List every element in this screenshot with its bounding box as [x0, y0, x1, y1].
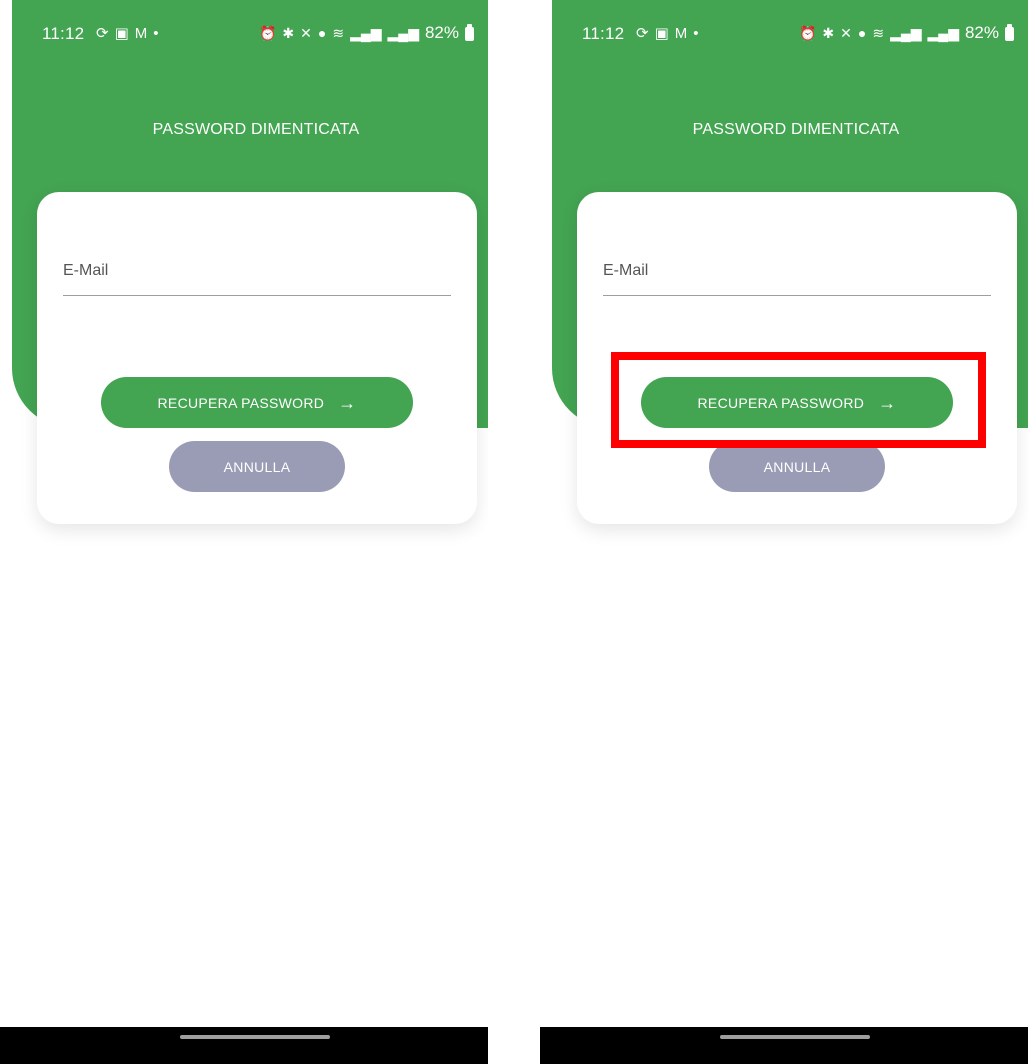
wifi-icon: ≋: [872, 24, 885, 41]
gallery-icon: ▣: [654, 25, 669, 42]
screenshot-canvas: 11:12 ⟳ ▣ M • ⏰ ✱ ✕ ● ≋ ▂▄▆ ▂▄▆ 82% PASS…: [0, 0, 1028, 1064]
status-left-icons: ⟳ ▣ M •: [636, 24, 699, 44]
phone-screen-left: 11:12 ⟳ ▣ M • ⏰ ✱ ✕ ● ≋ ▂▄▆ ▂▄▆ 82% PASS…: [0, 0, 488, 1064]
gallery-icon: ▣: [114, 25, 129, 42]
recover-password-label: RECUPERA PASSWORD: [157, 394, 325, 411]
highlight-annotation-box: [611, 352, 986, 448]
bluetooth-icon: ✱: [822, 24, 835, 41]
location-icon: ●: [857, 25, 867, 41]
battery-icon: [465, 24, 474, 41]
gmail-icon: M: [134, 25, 148, 42]
location-icon: ●: [317, 25, 327, 41]
battery-icon: [1005, 24, 1014, 41]
signal-icon: ▂▄▆: [387, 24, 419, 41]
email-label: E-Mail: [603, 262, 649, 279]
status-bar: 11:12 ⟳ ▣ M • ⏰ ✱ ✕ ● ≋ ▂▄▆ ▂▄▆ 82%: [540, 0, 1028, 60]
form-card: E-Mail RECUPERA PASSWORD → ANNULLA: [37, 192, 477, 524]
mute-icon: ✕: [840, 24, 852, 41]
sync-icon: ⟳: [96, 25, 109, 42]
page-title: PASSWORD DIMENTICATA: [152, 121, 360, 138]
status-right-icons: ⏰ ✱ ✕ ● ≋ ▂▄▆ ▂▄▆ 82%: [799, 23, 1014, 43]
mute-icon: ✕: [300, 24, 312, 41]
signal-icon: ▂▄▆: [350, 24, 382, 41]
phone-screen-right: 11:12 ⟳ ▣ M • ⏰ ✱ ✕ ● ≋ ▂▄▆ ▂▄▆ 82% PASS…: [540, 0, 1028, 1064]
gmail-icon: M: [674, 25, 688, 42]
alarm-icon: ⏰: [798, 24, 817, 41]
email-label: E-Mail: [63, 262, 109, 279]
battery-level: 82%: [424, 23, 459, 42]
arrow-right-icon: →: [338, 392, 357, 413]
signal-icon: ▂▄▆: [927, 24, 959, 41]
home-indicator[interactable]: [180, 1035, 330, 1039]
page-title: PASSWORD DIMENTICATA: [692, 121, 900, 138]
sync-icon: ⟳: [636, 25, 649, 42]
status-right-icons: ⏰ ✱ ✕ ● ≋ ▂▄▆ ▂▄▆ 82%: [259, 23, 474, 43]
email-field[interactable]: E-Mail: [603, 260, 991, 296]
status-bar: 11:12 ⟳ ▣ M • ⏰ ✱ ✕ ● ≋ ▂▄▆ ▂▄▆ 82%: [0, 0, 488, 60]
wifi-icon: ≋: [332, 24, 345, 41]
email-field[interactable]: E-Mail: [63, 260, 451, 296]
cancel-button[interactable]: ANNULLA: [169, 441, 345, 492]
dot-icon: •: [153, 25, 159, 42]
bluetooth-icon: ✱: [282, 24, 295, 41]
signal-icon: ▂▄▆: [890, 24, 922, 41]
recover-password-button[interactable]: RECUPERA PASSWORD →: [101, 377, 413, 428]
cancel-label: ANNULLA: [763, 458, 831, 475]
cancel-label: ANNULLA: [223, 458, 291, 475]
battery-level: 82%: [964, 23, 999, 42]
status-time: 11:12: [582, 24, 625, 43]
navigation-bar: [0, 1027, 488, 1064]
cancel-button[interactable]: ANNULLA: [709, 441, 885, 492]
home-indicator[interactable]: [720, 1035, 870, 1039]
navigation-bar: [540, 1027, 1028, 1064]
status-left-icons: ⟳ ▣ M •: [96, 24, 159, 44]
alarm-icon: ⏰: [258, 24, 277, 41]
dot-icon: •: [693, 25, 699, 42]
status-time: 11:12: [42, 24, 85, 43]
